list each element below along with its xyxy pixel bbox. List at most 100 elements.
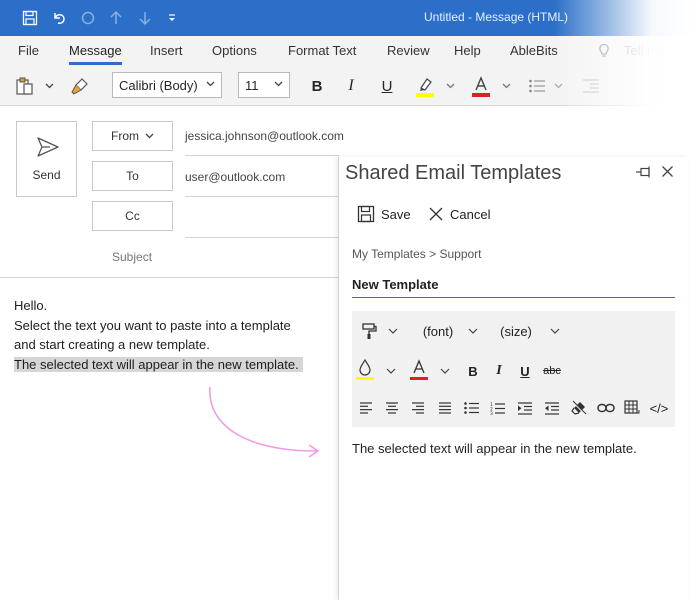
cc-button[interactable]: Cc [92, 201, 173, 231]
align-right-icon[interactable] [408, 397, 428, 419]
tab-review[interactable]: Review [387, 43, 430, 58]
clear-formatting-icon[interactable] [569, 397, 589, 419]
up-arrow-icon[interactable] [106, 9, 126, 27]
save-button[interactable]: Save [357, 203, 411, 225]
paint-format-icon[interactable] [358, 320, 380, 342]
align-justify-icon[interactable] [435, 397, 455, 419]
save-label: Save [381, 206, 411, 222]
title-bar: Untitled - Message (HTML) [0, 0, 694, 36]
paste-icon[interactable] [12, 74, 38, 98]
from-value[interactable]: jessica.johnson@outlook.com [185, 129, 344, 143]
from-button[interactable]: From [92, 121, 173, 151]
send-label: Send [32, 168, 61, 182]
font-select[interactable]: (font) [418, 320, 458, 342]
decrease-indent-icon[interactable] [542, 397, 562, 419]
font-select[interactable]: Calibri (Body) [112, 72, 222, 98]
lightbulb-icon [598, 43, 610, 62]
to-field[interactable]: user@outlook.com [185, 170, 285, 184]
highlight-dropdown-chevron-icon[interactable] [444, 74, 456, 98]
strikethrough-button[interactable]: abc [538, 360, 566, 382]
italic-button[interactable]: I [490, 360, 508, 382]
font-size-select[interactable]: 11 [238, 72, 290, 98]
cancel-button[interactable]: Cancel [428, 203, 490, 225]
selected-text[interactable]: The selected text will appear in the new… [14, 356, 303, 372]
menu-bar: File Message Insert Options Format Text … [0, 36, 694, 66]
body-line: Hello. [14, 298, 48, 313]
svg-text:3: 3 [490, 411, 493, 415]
tab-format-text[interactable]: Format Text [288, 43, 356, 58]
font-color-dropdown-chevron-icon[interactable] [438, 360, 452, 382]
ribbon: Calibri (Body) 11 B I U [0, 66, 694, 106]
size-dropdown-chevron-icon[interactable] [548, 320, 562, 342]
insert-link-icon[interactable] [596, 397, 616, 419]
curved-arrow-icon [209, 386, 320, 458]
bold-button[interactable]: B [464, 360, 482, 382]
from-divider [185, 155, 339, 156]
font-size-value: 11 [245, 77, 259, 93]
font-color-dropdown-chevron-icon[interactable] [500, 74, 512, 98]
template-editor[interactable]: The selected text will appear in the new… [352, 441, 637, 456]
down-arrow-icon[interactable] [135, 9, 155, 27]
subject-divider [0, 277, 339, 278]
numbered-list-icon[interactable]: 123 [488, 397, 508, 419]
paste-dropdown-chevron-icon[interactable] [42, 74, 56, 98]
message-body[interactable]: Hello. Select the text you want to paste… [14, 296, 303, 374]
tab-help[interactable]: Help [454, 43, 481, 58]
breadcrumb[interactable]: My Templates > Support [352, 247, 482, 261]
align-left-icon[interactable] [356, 397, 376, 419]
bulleted-list-icon[interactable] [462, 397, 482, 419]
highlight-dropdown-chevron-icon[interactable] [384, 360, 398, 382]
insert-table-icon[interactable] [622, 397, 642, 419]
source-code-button[interactable]: </> [647, 397, 671, 419]
tab-insert[interactable]: Insert [150, 43, 183, 58]
close-icon[interactable] [661, 165, 674, 181]
align-center-icon[interactable] [382, 397, 402, 419]
italic-button[interactable]: I [340, 74, 362, 98]
subject-label: Subject [112, 250, 153, 264]
save-icon [357, 205, 375, 223]
tab-tell-me[interactable]: Tell me [624, 43, 665, 58]
bullets-dropdown-chevron-icon[interactable] [552, 74, 564, 98]
bullets-icon[interactable] [526, 74, 548, 98]
to-divider [185, 196, 339, 197]
font-color-icon[interactable] [468, 74, 494, 98]
redo-icon[interactable] [78, 9, 98, 27]
panel-title: Shared Email Templates [345, 162, 562, 184]
send-icon [37, 137, 59, 157]
tab-message[interactable]: Message [69, 43, 122, 65]
decrease-indent-icon[interactable] [580, 74, 602, 98]
body-line: and start creating a new template. [14, 337, 210, 352]
underline-button[interactable]: U [516, 360, 534, 382]
template-name-input[interactable]: New Template [352, 274, 675, 298]
increase-indent-icon[interactable] [515, 397, 535, 419]
window-title: Untitled - Message (HTML) [424, 10, 569, 24]
tab-file[interactable]: File [18, 43, 39, 58]
chevron-down-icon [274, 81, 283, 87]
chevron-down-icon [206, 81, 215, 87]
chevron-down-icon [145, 133, 154, 139]
format-painter-icon[interactable] [68, 74, 92, 98]
tab-options[interactable]: Options [212, 43, 257, 58]
to-button[interactable]: To [92, 161, 173, 191]
bold-button[interactable]: B [306, 74, 328, 98]
font-value: Calibri (Body) [119, 77, 198, 93]
size-select[interactable]: (size) [496, 320, 536, 342]
from-label: From [111, 129, 139, 143]
highlight-icon[interactable] [412, 74, 438, 98]
font-dropdown-chevron-icon[interactable] [466, 320, 480, 342]
underline-button[interactable]: U [376, 74, 398, 98]
to-label: To [126, 169, 139, 183]
send-button[interactable]: Send [16, 121, 77, 197]
highlight-color-icon[interactable] [354, 358, 376, 380]
close-icon [429, 207, 443, 221]
customize-icon[interactable] [163, 9, 181, 27]
cc-label: Cc [125, 209, 140, 223]
cancel-label: Cancel [450, 206, 491, 222]
pin-icon[interactable] [635, 165, 653, 182]
save-icon[interactable] [20, 9, 40, 27]
cc-divider [185, 237, 339, 238]
font-color-icon[interactable] [408, 358, 430, 380]
paint-format-dropdown-chevron-icon[interactable] [386, 320, 400, 342]
tab-ablebits[interactable]: AbleBits [510, 43, 558, 58]
undo-icon[interactable] [49, 9, 69, 27]
